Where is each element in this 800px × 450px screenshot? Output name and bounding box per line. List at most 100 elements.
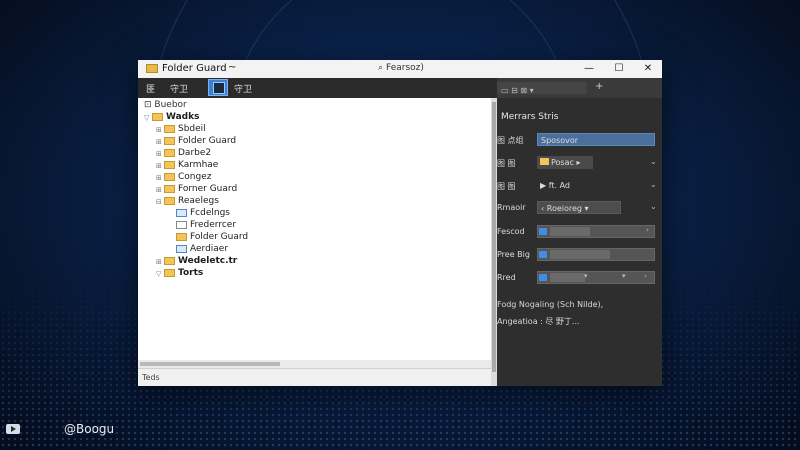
scrollbar-thumb[interactable] bbox=[140, 362, 280, 366]
tree-item[interactable]: Aerdiaer bbox=[168, 244, 228, 256]
tree-item-label: Sbdeil bbox=[178, 124, 206, 134]
tree-item-label: Darbe2 bbox=[178, 148, 212, 158]
header-icon: ⊡ bbox=[144, 100, 152, 110]
slider-label: Fescod bbox=[497, 227, 525, 236]
slider-fescod[interactable]: › bbox=[537, 225, 655, 238]
tree-item[interactable]: ▽ Wadks bbox=[144, 112, 199, 124]
tree-item[interactable]: ⊞ Sbdeil bbox=[156, 124, 206, 136]
tree-item-label: Frederrcer bbox=[190, 220, 237, 230]
expand-icon[interactable]: ⊞ bbox=[156, 162, 164, 170]
title-bar[interactable]: Folder Guard ~ ⌕ Fearsoz) — ☐ ✕ bbox=[138, 60, 662, 78]
slider-fill bbox=[550, 273, 585, 282]
field-value: Sposovor bbox=[541, 136, 579, 145]
folder-icon bbox=[164, 173, 175, 181]
expand-icon[interactable]: ⊞ bbox=[156, 174, 164, 182]
add-tab-icon[interactable]: + bbox=[595, 81, 603, 92]
toolbar-active-button[interactable] bbox=[208, 79, 228, 96]
folder-tree: ⊡ Buebor ▽ Wadks ⊞ Sbdeil ⊞ Folder Guard ⊞ D… bbox=[138, 98, 491, 360]
color-swatch bbox=[539, 251, 547, 258]
close-button[interactable]: ✕ bbox=[637, 62, 659, 76]
tree-item[interactable]: ⊞ Folder Guard bbox=[156, 136, 236, 148]
slider-end-arrow: › bbox=[644, 272, 647, 280]
tree-item-label: Karmhae bbox=[178, 160, 219, 170]
tree-item[interactable]: Folder Guard bbox=[168, 232, 248, 244]
horizontal-scrollbar[interactable] bbox=[138, 360, 491, 368]
minimize-button[interactable]: — bbox=[578, 62, 600, 76]
expand-icon[interactable]: ⊞ bbox=[156, 150, 164, 158]
panel-note: Fodg Nogaling (Sch Nilde), bbox=[497, 300, 604, 309]
chevron-down-icon[interactable]: ⌄ bbox=[650, 180, 657, 189]
tree-item[interactable]: ▽ Torts bbox=[156, 268, 203, 280]
scrollbar-thumb[interactable] bbox=[492, 102, 496, 372]
field-dropdown[interactable]: ‹ Roeioreg ▾ bbox=[537, 201, 621, 214]
maximize-button[interactable]: ☐ bbox=[608, 62, 630, 76]
field-value: ft. Ad bbox=[548, 181, 571, 190]
slider-label: Rred bbox=[497, 273, 516, 282]
status-text: Teds bbox=[142, 373, 160, 382]
folder-icon bbox=[164, 269, 175, 277]
panel-note: Angeatioa : 尽 野丁... bbox=[497, 317, 580, 326]
expand-icon[interactable]: ⊞ bbox=[156, 138, 164, 146]
field-label: 图 图 bbox=[497, 159, 516, 168]
field-input[interactable]: Sposovor bbox=[537, 133, 655, 146]
panel-title: Merrars Stris bbox=[501, 112, 559, 122]
field-label: 图 点组 bbox=[497, 136, 524, 145]
collapse-icon[interactable]: ▽ bbox=[156, 270, 164, 278]
play-icon: ▶ bbox=[540, 181, 547, 190]
folder-app-icon bbox=[146, 64, 158, 73]
tree-item[interactable]: Frederrcer bbox=[168, 220, 236, 232]
field-value-box[interactable]: ▶ ft. Ad bbox=[537, 179, 597, 192]
toolbar-item-menu[interactable]: 匪 bbox=[146, 82, 155, 95]
tree-item[interactable]: Fcdelngs bbox=[168, 208, 230, 220]
chevron-down-icon[interactable]: ⌄ bbox=[650, 157, 657, 166]
collapse-icon[interactable]: ▽ bbox=[144, 114, 152, 122]
tree-item[interactable]: ⊞ Darbe2 bbox=[156, 148, 211, 160]
tree-item-label: Forner Guard bbox=[178, 184, 238, 194]
panel-tab[interactable]: ▭ ⊟ ⊠ ▾ bbox=[497, 82, 587, 95]
expand-icon[interactable]: ⊞ bbox=[156, 126, 164, 134]
title-dropdown-caret[interactable]: ~ bbox=[228, 62, 236, 73]
expand-icon[interactable]: ⊞ bbox=[156, 186, 164, 194]
folder-icon bbox=[164, 257, 175, 265]
collapse-icon[interactable]: ⊟ bbox=[156, 198, 164, 206]
shield-file-icon bbox=[176, 245, 187, 253]
arrow-right-icon: ▸ bbox=[576, 158, 581, 167]
document-icon bbox=[176, 221, 187, 229]
video-play-icon bbox=[6, 424, 20, 434]
field-label: Rmaoir bbox=[497, 203, 526, 212]
document-icon bbox=[176, 209, 187, 217]
tree-item[interactable]: ⊞ Karmhae bbox=[156, 160, 218, 172]
tree-item-label: Reaelegs bbox=[178, 196, 219, 206]
watermark: @Boogu bbox=[64, 422, 115, 436]
dropdown-caret-icon: ▾ bbox=[584, 204, 589, 213]
slider-rred[interactable]: ▾ ▾ › bbox=[537, 271, 655, 284]
search-box[interactable]: ⌕ Fearsoz) bbox=[378, 63, 424, 73]
slider-tick: ▾ bbox=[584, 272, 588, 280]
field-value: Posac bbox=[551, 158, 574, 167]
folder-picker[interactable]: Posac ▸ bbox=[537, 156, 593, 169]
slider-pree-big[interactable] bbox=[537, 248, 655, 261]
slider-end-arrow: › bbox=[646, 226, 649, 234]
tree-item[interactable]: ⊞ Wedeletc.tr bbox=[156, 256, 237, 268]
toolbar-active-label[interactable]: 守卫 bbox=[234, 82, 252, 95]
search-icon: ⌕ bbox=[378, 63, 384, 73]
expand-icon[interactable]: ⊞ bbox=[156, 258, 164, 266]
tree-item-label: Wedeletc.tr bbox=[178, 256, 238, 266]
panel-tab-bar: ▭ ⊟ ⊠ ▾ + bbox=[497, 78, 662, 98]
toolbar-item-guard[interactable]: 守卫 bbox=[170, 82, 188, 95]
tree-item-label: Fcdelngs bbox=[190, 208, 230, 218]
tree-item[interactable]: ⊞ Forner Guard bbox=[156, 184, 237, 196]
window-title: Folder Guard bbox=[162, 63, 227, 74]
slider-tick: ▾ bbox=[622, 272, 626, 280]
field-label: 图 图 bbox=[497, 182, 516, 191]
color-swatch bbox=[539, 274, 547, 281]
field-value: Roeioreg bbox=[546, 204, 582, 213]
tree-item-label: Folder Guard bbox=[178, 136, 237, 146]
tree-item[interactable]: ⊞ Congez bbox=[156, 172, 211, 184]
chevron-down-icon[interactable]: ⌄ bbox=[650, 202, 657, 211]
properties-panel: ▭ ⊟ ⊠ ▾ + Merrars Stris 图 点组 Sposovor 图 … bbox=[497, 78, 662, 386]
folder-guard-icon bbox=[213, 82, 225, 94]
folder-icon bbox=[164, 197, 175, 205]
folder-icon bbox=[540, 158, 549, 165]
tree-item[interactable]: ⊟ Reaelegs bbox=[156, 196, 219, 208]
